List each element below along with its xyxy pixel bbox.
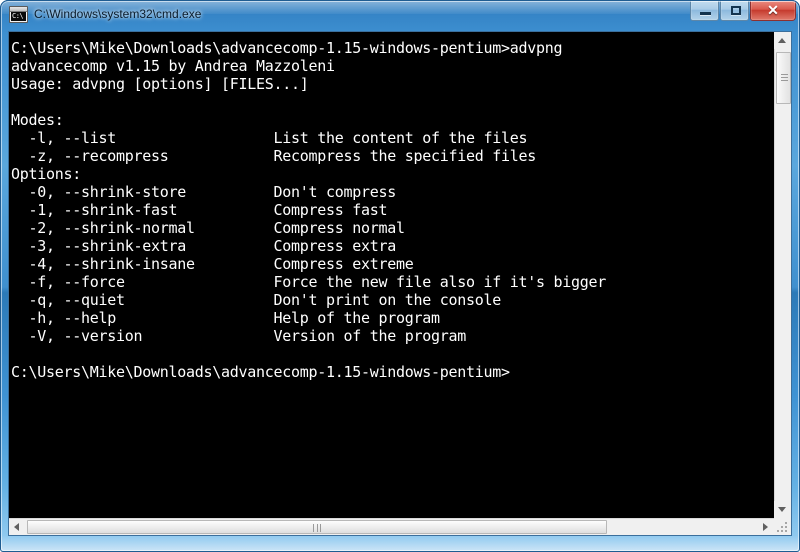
scroll-right-button[interactable]: [757, 519, 774, 535]
console-line: C:\Users\Mike\Downloads\advancecomp-1.15…: [11, 363, 510, 381]
window-title: C:\Windows\system32\cmd.exe: [34, 7, 202, 21]
console-line: -2, --shrink-normal Compress normal: [11, 219, 406, 237]
cmd-icon[interactable]: C:\: [9, 6, 28, 23]
console-line: -z, --recompress Recompress the specifie…: [11, 147, 537, 165]
console-line: C:\Users\Mike\Downloads\advancecomp-1.15…: [11, 39, 563, 57]
scroll-up-button[interactable]: [774, 32, 791, 49]
console-line: Options:: [11, 165, 82, 183]
scroll-left-button[interactable]: [9, 519, 26, 535]
close-button[interactable]: ✕: [750, 1, 796, 21]
console-output[interactable]: C:\Users\Mike\Downloads\advancecomp-1.15…: [9, 32, 774, 518]
grip-icon: [313, 524, 321, 532]
console-line: -l, --list List the content of the files: [11, 129, 528, 147]
console-line: -1, --shrink-fast Compress fast: [11, 201, 388, 219]
scroll-down-button[interactable]: [774, 501, 791, 518]
console-text: C:\Users\Mike\Downloads\advancecomp-1.15…: [11, 39, 774, 381]
close-icon: ✕: [767, 2, 779, 18]
horizontal-scrollbar-thumb[interactable]: [27, 520, 607, 534]
console-line: Usage: advpng [options] [FILES...]: [11, 75, 309, 93]
chevron-left-icon: [14, 523, 19, 531]
vertical-scrollbar[interactable]: [774, 32, 791, 518]
console-line: -V, --version Version of the program: [11, 327, 467, 345]
grip-icon: [781, 74, 788, 82]
minimize-button[interactable]: [690, 1, 719, 21]
console-line: Modes:: [11, 111, 64, 129]
chevron-down-icon: [778, 507, 786, 512]
console-line: -f, --force Force the new file also if i…: [11, 273, 607, 291]
console-line: -h, --help Help of the program: [11, 309, 441, 327]
minimize-icon: [700, 12, 711, 15]
console-line: -0, --shrink-store Don't compress: [11, 183, 397, 201]
horizontal-scrollbar[interactable]: [9, 518, 774, 535]
chevron-up-icon: [778, 38, 786, 43]
cmd-window: C:\ C:\Windows\system32\cmd.exe ✕ C:\Use…: [0, 0, 800, 552]
console-line: advancecomp v1.15 by Andrea Mazzoleni: [11, 57, 335, 75]
vertical-scrollbar-thumb[interactable]: [776, 52, 791, 104]
chevron-right-icon: [763, 523, 768, 531]
window-controls: ✕: [689, 1, 796, 23]
console-line: -3, --shrink-extra Compress extra: [11, 237, 397, 255]
resize-grip[interactable]: [774, 518, 791, 535]
console-line: -q, --quiet Don't print on the console: [11, 291, 502, 309]
cmd-icon-text: C:\: [11, 12, 26, 21]
maximize-icon: [731, 6, 741, 15]
console-line: -4, --shrink-insane Compress extreme: [11, 255, 414, 273]
maximize-button[interactable]: [720, 1, 749, 21]
client-area: C:\Users\Mike\Downloads\advancecomp-1.15…: [8, 31, 792, 536]
titlebar[interactable]: C:\ C:\Windows\system32\cmd.exe ✕: [0, 0, 800, 30]
